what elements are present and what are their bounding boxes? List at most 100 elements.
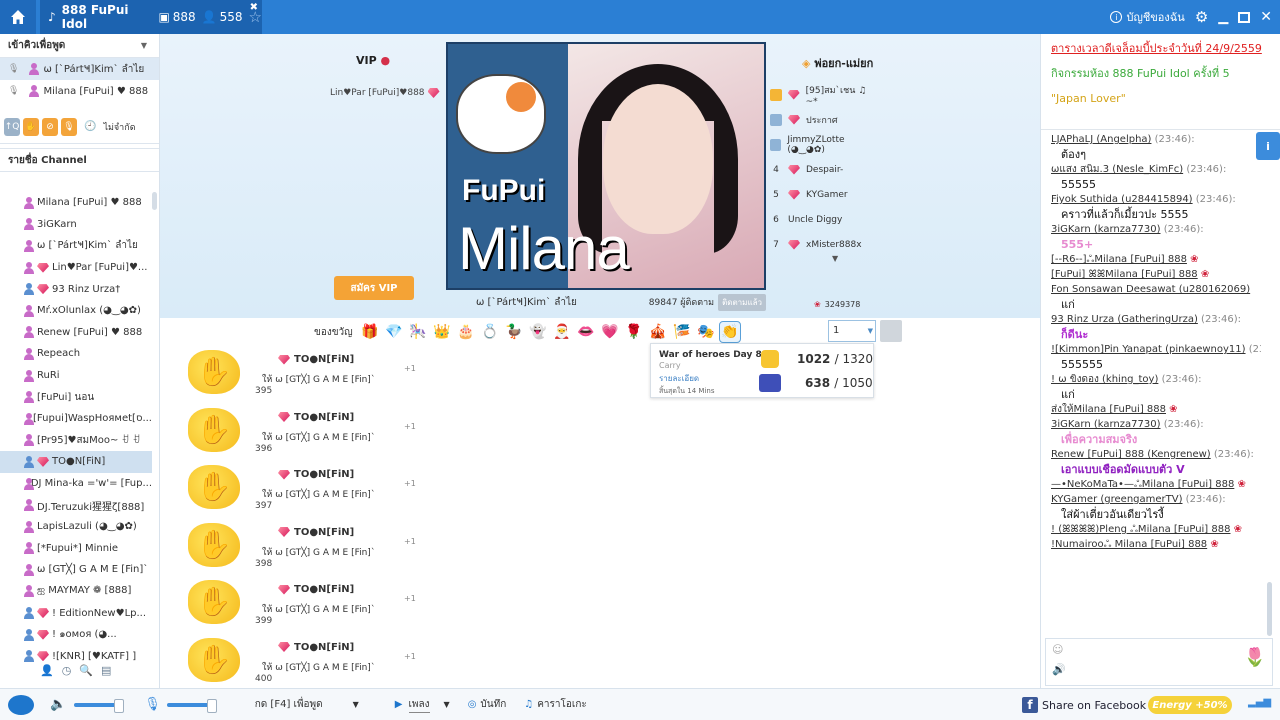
gift-item[interactable]: 💗 (599, 321, 621, 343)
channel-user-item[interactable]: TO●N[FiN] (0, 451, 152, 473)
gift-item[interactable]: 👻 (527, 321, 549, 343)
mic-icon[interactable]: 🎙 (144, 697, 161, 712)
channel-user-item[interactable]: LapisLazuli (◕‿◕✿) (0, 516, 152, 538)
fan-item[interactable]: ประกาศ (770, 107, 880, 132)
gift-item[interactable]: 🎭 (695, 321, 717, 343)
hand-raise-button[interactable]: ✋ (23, 117, 39, 136)
channel-user-item[interactable]: DJ Mina-ka ='w'= [Fup... (0, 473, 152, 495)
chevron-down-icon[interactable]: ▼ (444, 700, 450, 709)
channel-user-item[interactable]: [Pr95]♥สมMoo~ ꀀ ꀀ (0, 430, 152, 452)
maximize-icon[interactable] (1238, 11, 1251, 23)
gift-item[interactable]: 💍 (479, 321, 501, 343)
vip-user[interactable]: Lin♥Par [FuPui]♥888 (330, 88, 440, 98)
gift-item[interactable]: 🎁 (359, 321, 381, 343)
close-tab-icon[interactable]: ✖ (250, 2, 258, 13)
channel-user-item[interactable]: ! ๑ᴏᴍᴏя (◕... (0, 624, 152, 646)
chat-user[interactable]: —•NeKoMaTa•—ஃMilana [FuPui] 888 (1051, 479, 1234, 490)
mic-queue-item[interactable]: 🎙 ω [`PártҸ]Kim` ลำไย (0, 58, 159, 80)
chat-user[interactable]: ωแสง สนิม.3 (Nesle_KimFc) (1051, 164, 1183, 175)
fan-item[interactable]: [95]สม`เชน ♫ ~* (770, 82, 880, 107)
speaker-volume-slider[interactable] (74, 698, 125, 713)
channel-user-item[interactable]: Milana [FuPui] ♥ 888 (0, 192, 152, 214)
vip-signup-button[interactable]: สมัคร VIP (334, 276, 414, 300)
emoji-icon[interactable]: ☺ (1052, 643, 1063, 656)
chat-user[interactable]: 93 Rinz Urza (GatheringUrza) (1051, 314, 1198, 325)
announcement-line-1[interactable]: ตารางเวลาดีเจล็อมบี้ประจำวันที่ 24/9/255… (1051, 38, 1270, 60)
mic-volume-slider[interactable] (166, 698, 217, 713)
channel-user-item[interactable]: Lin♥Par [FuPui]♥... (0, 257, 152, 279)
channel-scrollbar[interactable] (152, 192, 157, 210)
chat-user[interactable]: [--R6--]ஃMilana [FuPui] 888 (1051, 254, 1187, 265)
minimize-icon[interactable]: ▁ (1218, 10, 1228, 25)
channel-user-item[interactable]: ! EditionNew♥Lp... (0, 602, 152, 624)
gift-item[interactable]: 🎪 (647, 321, 669, 343)
gift-item[interactable]: 🎂 (455, 321, 477, 343)
channel-user-item[interactable]: Renew [FuPui] ♥ 888 (0, 322, 152, 344)
mic-queue-item[interactable]: 🎙 Milana [FuPui] ♥ 888 (0, 80, 159, 102)
chat-input[interactable]: ☺ 🔊 🌷 (1045, 638, 1273, 686)
channel-user-item[interactable]: ω [GT╳] G A M E [Fin]` (0, 559, 152, 581)
gift-item[interactable]: 🎏 (671, 321, 693, 343)
gift-item[interactable]: 👄 (575, 321, 597, 343)
chat-user[interactable]: 3iGKarn (karnza7730) (1051, 419, 1161, 430)
gift-item[interactable]: 🦆 (503, 321, 525, 343)
chat-user[interactable]: LJAPhaLJ (Angelpha) (1051, 134, 1151, 145)
chat-bubble-icon[interactable] (8, 694, 34, 715)
facebook-share-button[interactable]: f Share on Facebook (1022, 697, 1146, 713)
room-tab[interactable]: ♪ 888 FuPui Idol ▣ 888 👤 558 ☆ ✖ (40, 0, 262, 34)
flower-pot-icon[interactable]: 🌷 (1244, 647, 1266, 668)
close-window-icon[interactable]: ✕ (1260, 9, 1272, 25)
channel-user-item[interactable]: 3iGKarn (0, 214, 152, 236)
gift-item[interactable]: 💎 (383, 321, 405, 343)
channel-user-item[interactable]: ஐ MAYMAY ❁ [888] (0, 581, 152, 603)
channel-user-item[interactable]: ![KNR] [♥KATF] ] (0, 645, 152, 662)
mic-button[interactable]: 🎙 (61, 117, 77, 136)
gear-icon[interactable]: ⚙ (1195, 8, 1208, 26)
gift-quantity-select[interactable]: 1 ▼ (828, 320, 876, 342)
gift-item[interactable]: 👏 (718, 321, 741, 343)
karaoke-button[interactable]: คาราโอเกะ (537, 697, 587, 712)
chat-user[interactable]: ! (ꕤꕤꕤꕤ)Pleng ஃMilana [FuPui] 888 (1051, 524, 1230, 535)
chevron-down-icon[interactable]: ▼ (353, 700, 359, 709)
queue-header[interactable]: เข้าคิวเพื่อพูด ▼ (0, 34, 159, 58)
fan-item[interactable]: JimmyZLotte (◕‿◕✿) (770, 132, 880, 157)
speaker-icon[interactable]: 🔈 (50, 697, 66, 712)
home-button[interactable] (0, 0, 36, 34)
channel-user-item[interactable]: DJ.Teruzuki猩猩ζ[888] (0, 494, 152, 516)
list-icon[interactable]: ▤ (101, 664, 111, 677)
chat-user[interactable]: !Numairooஃ Milana [FuPui] 888 (1051, 539, 1207, 550)
sound-icon[interactable]: 🔊 (1052, 663, 1066, 676)
channel-user-item[interactable]: Repeach (0, 343, 152, 365)
chat-scrollbar[interactable] (1267, 582, 1272, 636)
fan-item[interactable]: 4 Despair- (770, 157, 880, 182)
mute-button[interactable]: ⊘ (42, 117, 58, 136)
chat-user[interactable]: ! ω ขิงดอง (khing_toy) (1051, 374, 1158, 385)
gift-item[interactable]: 🎠 (407, 321, 429, 343)
music-button[interactable]: เพลง (408, 697, 430, 713)
queue-up-button[interactable]: ↑Q (4, 117, 20, 136)
person-icon[interactable]: 👤 (40, 664, 54, 677)
send-gift-button[interactable] (880, 320, 902, 342)
gift-item[interactable]: 👑 (431, 321, 453, 343)
karaoke-icon[interactable]: ♫ (524, 699, 533, 710)
clock-icon[interactable]: ◷ (62, 664, 72, 677)
record-icon[interactable]: ◎ (468, 699, 477, 710)
chevron-down-icon[interactable]: ▼ (141, 34, 147, 58)
channel-user-item[interactable]: RuRi (0, 365, 152, 387)
fan-item[interactable]: 5 KYGamer (770, 182, 880, 207)
gift-item[interactable]: 🎅 (551, 321, 573, 343)
play-icon[interactable]: ▶ (395, 699, 403, 710)
chat-user[interactable]: ส่งให้Milana [FuPui] 888 (1051, 404, 1166, 415)
channel-user-item[interactable]: [FuPui] นอน (0, 386, 152, 408)
fan-item[interactable]: 7 xMister888x (770, 232, 880, 257)
record-button[interactable]: บันทึก (480, 697, 506, 712)
followed-button[interactable]: ติดตามแล้ว (718, 293, 766, 311)
channel-user-item[interactable]: 93 Rinz Urza† (0, 278, 152, 300)
chat-user[interactable]: Fon Sonsawan Deesawat (u280162069) (1051, 284, 1250, 295)
chevron-down-icon[interactable]: ▼ (832, 254, 838, 263)
gift-item[interactable]: 🌹 (623, 321, 645, 343)
camera-video[interactable]: FuPui Milana (446, 42, 766, 290)
chat-user[interactable]: KYGamer (greengamerTV) (1051, 494, 1182, 505)
chat-user[interactable]: [FuPui] ꕤꕤMilana [FuPui] 888 (1051, 269, 1198, 280)
event-detail-link[interactable]: รายละเอียด (659, 372, 699, 385)
